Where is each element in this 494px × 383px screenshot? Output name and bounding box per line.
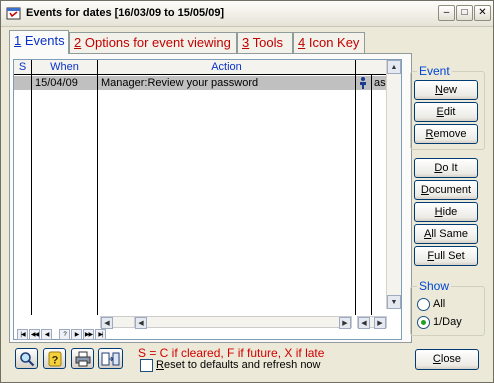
- nav-last-button[interactable]: ▶|: [95, 329, 106, 340]
- arrow-right-icon: ▶: [377, 320, 383, 327]
- column-divider: [97, 75, 98, 315]
- window-title: Events for dates [16/03/09 to 15/05/09]: [26, 7, 225, 19]
- action-column-scrollbar[interactable]: ◀ ▶: [134, 316, 352, 329]
- tab-icon-key[interactable]: 4 Icon Key: [293, 32, 365, 53]
- arrow-down-icon: ▼: [390, 298, 398, 306]
- close-window-button[interactable]: ✕: [474, 5, 491, 21]
- app-calendar-icon: [6, 7, 21, 20]
- all-same-button[interactable]: All Same: [414, 224, 478, 244]
- magnifier-icon: [19, 351, 34, 366]
- reset-checkbox-label: Reset to defaults and refresh now: [156, 359, 321, 371]
- column-divider: [31, 75, 32, 315]
- show-one-per-day-radio[interactable]: [417, 316, 430, 329]
- nav-next-button[interactable]: ▶: [71, 329, 82, 340]
- scroll-left-button[interactable]: ◀: [135, 317, 147, 329]
- nav-prev-button[interactable]: ◀: [41, 329, 52, 340]
- table-row[interactable]: 15/04/09 Manager:Review your password as…: [14, 76, 389, 90]
- tab-options[interactable]: 2 Options for event viewing: [69, 32, 237, 53]
- minimize-button[interactable]: –: [438, 5, 455, 21]
- show-all-radio[interactable]: [417, 298, 430, 311]
- hide-button[interactable]: Hide: [414, 202, 478, 222]
- row-when: 15/04/09: [35, 77, 78, 89]
- column-header-extra: [356, 60, 389, 75]
- help-button[interactable]: ?: [43, 348, 66, 369]
- person-icon: [360, 77, 366, 89]
- search-button[interactable]: [15, 348, 38, 369]
- maximize-button[interactable]: □: [456, 5, 473, 21]
- maximize-icon: □: [461, 7, 468, 18]
- vertical-scrollbar[interactable]: ▲ ▼: [386, 60, 401, 309]
- remove-button[interactable]: Remove: [414, 124, 478, 144]
- record-navigator: |◀ ◀◀ ◀ ? ▶ ▶▶ ▶|: [14, 329, 401, 340]
- scroll-right-button[interactable]: ▶: [374, 317, 386, 329]
- title-bar[interactable]: Events for dates [16/03/09 to 15/05/09] …: [1, 1, 493, 27]
- row-status: [16, 76, 30, 90]
- nav-next-page-button[interactable]: ▶▶: [83, 329, 94, 340]
- show-all-label: All: [433, 298, 446, 310]
- arrow-up-icon: ▲: [390, 63, 398, 71]
- nav-first-button[interactable]: |◀: [17, 329, 28, 340]
- full-set-button[interactable]: Full Set: [414, 246, 478, 266]
- edit-button[interactable]: Edit: [414, 102, 478, 122]
- printer-icon: [75, 351, 90, 366]
- event-group-label: Event: [417, 64, 452, 78]
- scroll-down-button[interactable]: ▼: [387, 295, 401, 309]
- minimize-icon: –: [443, 7, 450, 18]
- extra-column-scrollbar[interactable]: ◀ ▶: [357, 316, 387, 329]
- row-action: Manager:Review your password: [101, 77, 259, 89]
- scroll-up-button[interactable]: ▲: [387, 60, 401, 74]
- arrow-left-icon: ◀: [104, 320, 110, 327]
- export-button[interactable]: [98, 348, 123, 369]
- close-icon: ✕: [478, 7, 487, 18]
- reset-checkbox[interactable]: [140, 359, 153, 372]
- column-header-action[interactable]: Action: [98, 60, 356, 75]
- tab-tools[interactable]: 3 Tools: [237, 32, 293, 53]
- document-button[interactable]: Document: [414, 180, 478, 200]
- do-it-button[interactable]: Do It: [414, 158, 478, 178]
- nav-prev-page-button[interactable]: ◀◀: [29, 329, 40, 340]
- column-header-status[interactable]: S: [14, 60, 32, 75]
- column-header-when[interactable]: When: [32, 60, 98, 75]
- status-legend: S = C if cleared, F if future, X if late: [138, 346, 325, 360]
- nav-find-button[interactable]: ?: [59, 329, 70, 340]
- grid-header: S When Action: [14, 60, 389, 75]
- scroll-left-button[interactable]: ◀: [358, 317, 370, 329]
- tab-events[interactable]: 1 Events: [9, 30, 69, 54]
- print-button[interactable]: [71, 348, 94, 369]
- show-one-per-day-label: 1/Day: [433, 316, 462, 328]
- scroll-right-button[interactable]: ▶: [339, 317, 351, 329]
- close-button[interactable]: Close: [415, 349, 479, 370]
- svg-text:?: ?: [51, 354, 58, 366]
- arrow-right-icon: ▶: [342, 320, 348, 327]
- horizontal-scrollbars: ◀ ◀ ▶ ◀ ▶: [14, 316, 401, 329]
- column-divider: [355, 75, 356, 315]
- scroll-left-button[interactable]: ◀: [101, 317, 113, 329]
- new-button[interactable]: New: [414, 80, 478, 100]
- arrow-left-icon: ◀: [138, 320, 144, 327]
- events-grid[interactable]: S When Action 15/04/09 Manager:Review yo…: [13, 59, 402, 340]
- arrow-left-icon: ◀: [361, 320, 367, 327]
- export-icon: [101, 352, 120, 365]
- show-group-label: Show: [417, 279, 452, 293]
- help-icon: ?: [48, 351, 61, 366]
- column-divider: [371, 75, 372, 315]
- events-window: Events for dates [16/03/09 to 15/05/09] …: [0, 0, 494, 383]
